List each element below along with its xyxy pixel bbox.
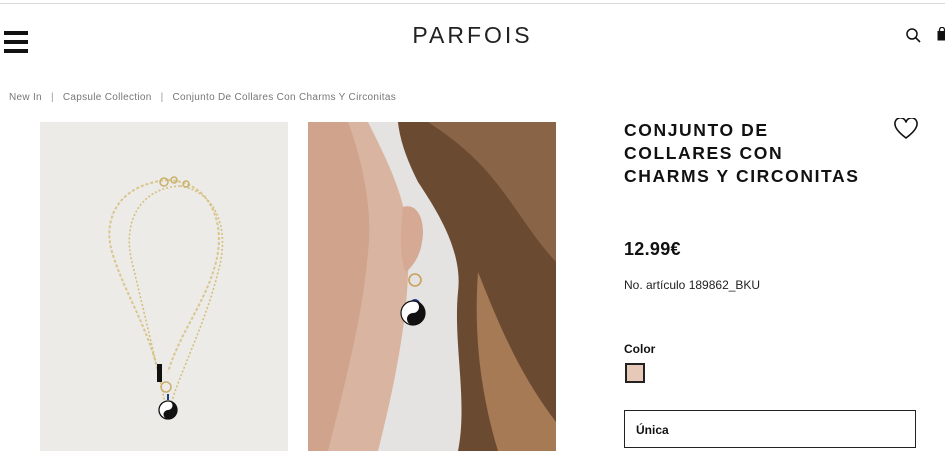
top-divider <box>0 3 945 4</box>
size-selected-value: Única <box>636 423 669 437</box>
breadcrumb-item-capsule-collection[interactable]: Capsule Collection <box>63 92 152 103</box>
breadcrumb-item-current-product[interactable]: Conjunto De Collares Con Charms Y Circon… <box>173 92 396 103</box>
size-selector[interactable]: Única <box>624 410 916 448</box>
product-image-necklace[interactable] <box>40 122 288 451</box>
breadcrumb-separator: | <box>160 92 164 103</box>
product-title: CONJUNTO DE COLLARES CON CHARMS Y CIRCON… <box>624 120 860 186</box>
shopping-bag-icon[interactable] <box>937 27 945 41</box>
color-swatch-selected[interactable] <box>625 363 645 383</box>
breadcrumb-item-new-in[interactable]: New In <box>9 92 42 103</box>
heart-outline-icon[interactable] <box>894 118 918 140</box>
search-icon[interactable] <box>906 28 921 43</box>
brand-logo[interactable]: PARFOIS <box>0 22 945 49</box>
breadcrumb: New In | Capsule Collection | Conjunto De Co… <box>9 92 396 103</box>
breadcrumb-separator: | <box>50 92 54 103</box>
product-sku: No. artículo 189862_BKU <box>624 278 761 292</box>
necklace-illustration <box>108 176 224 420</box>
model-illustration <box>308 122 556 451</box>
product-price: 12.99€ <box>624 239 681 259</box>
color-label: Color <box>624 342 656 356</box>
product-image-model[interactable] <box>308 122 556 451</box>
